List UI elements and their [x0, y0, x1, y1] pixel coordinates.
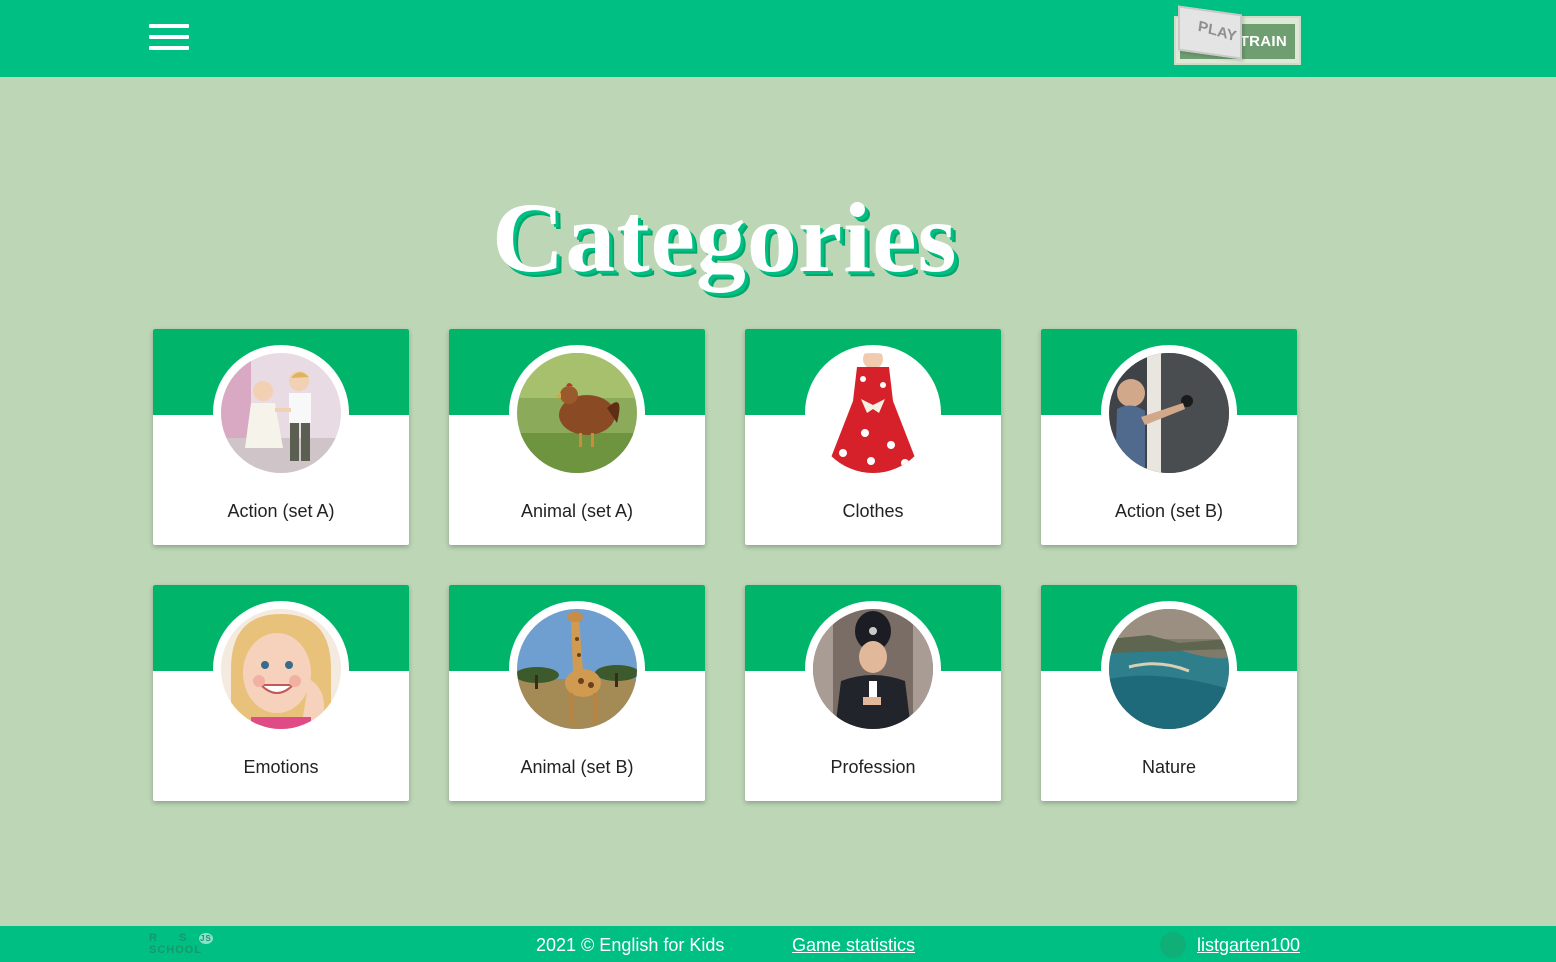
- category-image-child-opening-door: [1109, 353, 1229, 473]
- category-card-action-b[interactable]: Action (set B): [1041, 329, 1297, 545]
- category-label: Animal (set A): [520, 501, 634, 521]
- category-image-hen: [517, 353, 637, 473]
- category-card-animal-a[interactable]: Animal (set A): [449, 329, 705, 545]
- hamburger-menu-icon[interactable]: [149, 24, 189, 52]
- category-image-smiling-girl: [221, 609, 341, 729]
- category-label: Action (set A): [227, 501, 335, 521]
- copyright-text: 2021 © English for Kids: [536, 935, 725, 955]
- category-card-nature[interactable]: Nature: [1041, 585, 1297, 801]
- category-label: Animal (set B): [520, 757, 634, 777]
- category-label: Clothes: [842, 501, 904, 521]
- github-user-link[interactable]: listgarten100: [1197, 935, 1300, 956]
- header-bar: TRAIN PLAY: [0, 0, 1556, 77]
- category-label: Profession: [830, 757, 916, 777]
- play-label: PLAY: [1197, 17, 1238, 46]
- switch-knob[interactable]: PLAY: [1178, 5, 1242, 60]
- category-card-animal-b[interactable]: Animal (set B): [449, 585, 705, 801]
- category-label: Nature: [1141, 757, 1197, 777]
- mode-toggle-switch[interactable]: TRAIN PLAY: [1174, 5, 1301, 65]
- category-image-police-officer: [813, 609, 933, 729]
- category-card-action-a[interactable]: Action (set A): [153, 329, 409, 545]
- category-card-profession[interactable]: Profession: [745, 585, 1001, 801]
- game-statistics-link[interactable]: Game statistics: [792, 935, 915, 956]
- category-label: Action (set B): [1114, 501, 1224, 521]
- train-label: TRAIN: [1239, 33, 1287, 50]
- github-icon[interactable]: [1160, 932, 1186, 958]
- page-title: Categories: [492, 182, 958, 293]
- category-image-river-landscape: [1109, 609, 1229, 729]
- rs-school-logo[interactable]: R S SCHOOL JS: [149, 932, 221, 958]
- category-card-clothes[interactable]: Clothes: [745, 329, 1001, 545]
- category-image-red-dress: [813, 353, 933, 473]
- category-label: Emotions: [243, 757, 319, 777]
- category-image-children-dancing: [221, 353, 341, 473]
- category-card-emotions[interactable]: Emotions: [153, 585, 409, 801]
- footer-bar: R S SCHOOL JS 2021 © English for Kids Ga…: [0, 926, 1556, 962]
- category-image-giraffe: [517, 609, 637, 729]
